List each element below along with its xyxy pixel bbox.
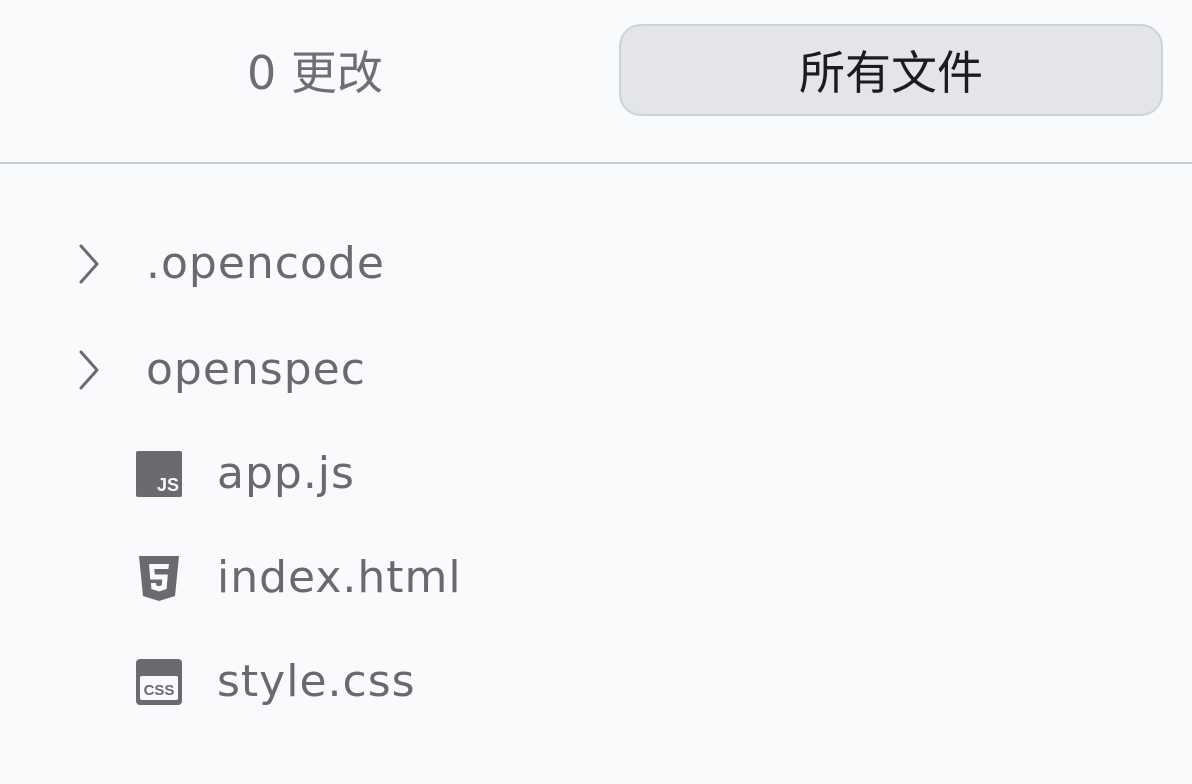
tab-all-files[interactable]: 所有文件 — [619, 24, 1163, 116]
file-row-index-html[interactable]: index.html — [0, 526, 1192, 630]
tab-changes[interactable]: 0 更改 — [30, 24, 600, 116]
chevron-right-icon[interactable] — [76, 348, 102, 392]
tab-bar: 0 更改 所有文件 — [0, 0, 1192, 164]
file-label: app.js — [217, 448, 355, 499]
tab-all-files-label: 所有文件 — [799, 46, 983, 100]
tab-changes-label: 0 更改 — [247, 46, 383, 100]
folder-row-openspec[interactable]: openspec — [0, 318, 1192, 422]
chevron-right-icon[interactable] — [76, 242, 102, 286]
js-file-icon: JS — [136, 451, 182, 497]
file-row-app-js[interactable]: JS app.js — [0, 422, 1192, 526]
folder-row-opencode[interactable]: .opencode — [0, 212, 1192, 316]
file-label: style.css — [217, 656, 416, 707]
css-file-icon: CSS — [136, 659, 182, 705]
svg-text:JS: JS — [157, 475, 179, 495]
svg-text:CSS: CSS — [144, 682, 175, 699]
file-row-style-css[interactable]: CSS style.css — [0, 630, 1192, 734]
folder-label: openspec — [146, 344, 366, 395]
folder-label: .opencode — [146, 238, 385, 289]
file-label: index.html — [217, 552, 462, 603]
html5-file-icon — [139, 556, 179, 601]
file-explorer-panel: 0 更改 所有文件 .opencode openspec JS app.js i… — [0, 0, 1192, 784]
